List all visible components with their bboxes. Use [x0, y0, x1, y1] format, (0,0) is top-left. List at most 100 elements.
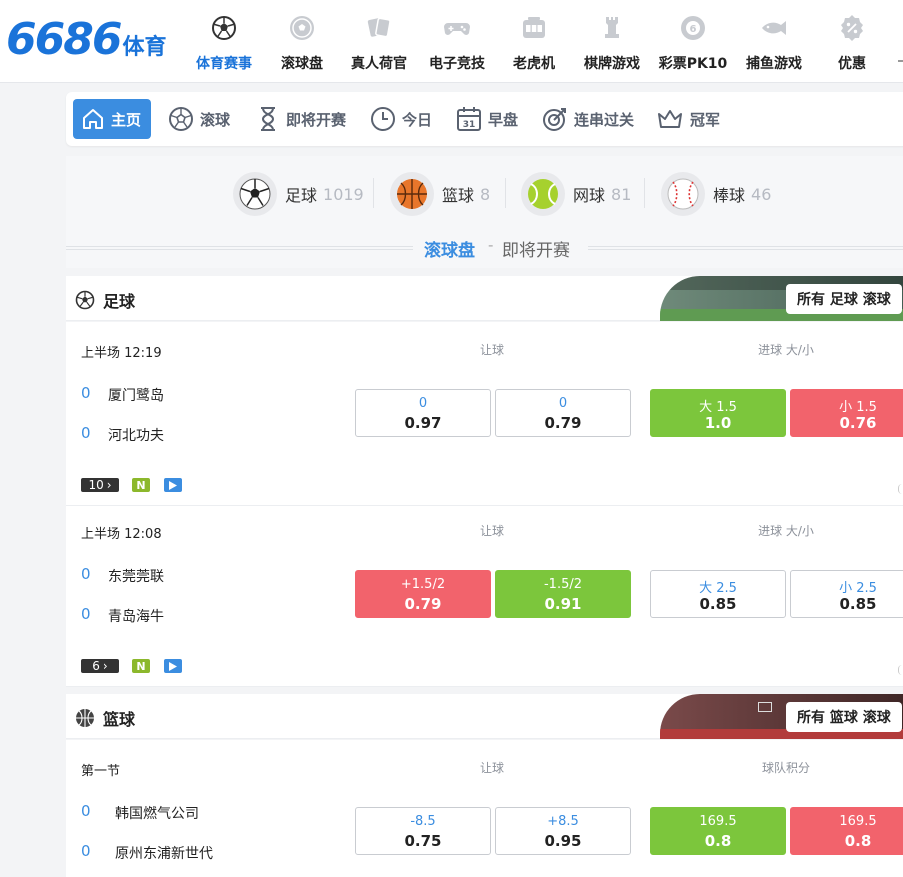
sport-label: 篮球 [442, 186, 475, 205]
live-stream-button[interactable] [164, 478, 182, 492]
match-card: 第一节 让球 球队积分 0 韩国燃气公司 0 原州东浦新世代 -8.5 0.75 … [66, 740, 903, 877]
odds-price: 0.85 [839, 595, 877, 613]
nav-promotions[interactable]: 优惠 [812, 0, 892, 83]
nav-esports[interactable]: 电子竞技 [417, 0, 497, 83]
subnav-home[interactable]: 主页 [73, 99, 151, 139]
away-team[interactable]: 河北功夫 [108, 425, 164, 445]
sports-selector-panel: 足球 1019 篮球 8 网球 81 棒球 46 滚球盘 - 即将开赛 [66, 156, 903, 268]
chevron-right-icon: › [106, 478, 112, 492]
odds-button[interactable]: 小 2.5 0.85 [790, 570, 903, 618]
nav-label: 棋牌游戏 [584, 56, 640, 72]
odds-button[interactable]: -8.5 0.75 [355, 807, 491, 855]
clock-icon [371, 107, 395, 131]
crown-icon [658, 110, 682, 128]
nav-label: 老虎机 [513, 56, 555, 72]
nav-label: 电子竞技 [429, 56, 485, 72]
column-header-over-under: 进球 大/小 [758, 524, 814, 538]
chess-rook-icon [605, 17, 619, 38]
odds-line: 大 2.5 [699, 581, 737, 596]
nav-live-casino[interactable]: 真人荷官 [339, 0, 419, 83]
live-stream-button[interactable] [164, 659, 182, 673]
subnav-outright[interactable]: 冠军 [656, 99, 720, 139]
all-football-live-button[interactable]: 所有 足球 滚球 [786, 284, 902, 314]
home-team[interactable]: 韩国燃气公司 [115, 803, 199, 823]
away-team[interactable]: 原州东浦新世代 [115, 843, 213, 863]
section-title-text: 足球 [103, 292, 136, 311]
nav-label: 真人荷官 [351, 56, 407, 72]
odds-button[interactable]: 169.5 0.8 [650, 807, 786, 855]
odds-price: 0.75 [404, 832, 442, 850]
nav-live-betting[interactable]: 滚球盘 [262, 0, 342, 83]
play-icon [169, 480, 177, 490]
nav-card-games[interactable]: 棋牌游戏 [572, 0, 652, 83]
odds-button[interactable]: +8.5 0.95 [495, 807, 631, 855]
odds-button[interactable]: 0 0.97 [355, 389, 491, 437]
all-basketball-live-button[interactable]: 所有 篮球 滚球 [786, 702, 902, 732]
percent-badge-icon [841, 15, 863, 41]
odds-button[interactable]: 大 1.5 1.0 [650, 389, 786, 437]
svg-text:6: 6 [690, 24, 697, 35]
mode-separator: - [488, 236, 494, 254]
odds-price: 0.79 [544, 414, 582, 432]
odds-button[interactable]: -1.5/2 0.91 [495, 570, 631, 618]
mode-live[interactable]: 滚球盘 [424, 236, 475, 261]
markets-count: 10 [88, 478, 104, 492]
soccer-ball-icon [212, 16, 236, 40]
divider [588, 246, 903, 250]
match-card: 上半场 12:19 让球 进球 大/小 0 厦门鹭岛 0 河北功夫 0 0.97 … [66, 322, 903, 506]
subnav-upcoming[interactable]: 即将开赛 [256, 99, 346, 139]
target-icon [543, 108, 566, 131]
odds-price: 0.8 [844, 832, 872, 850]
basketball-icon [76, 709, 94, 727]
column-header-handicap: 让球 [479, 761, 504, 775]
odds-price: 0.91 [544, 595, 582, 613]
brand-logo[interactable]: 6686 体育 [6, 14, 166, 66]
divider [505, 178, 506, 208]
odds-price: 0.79 [404, 595, 442, 613]
sport-tab-basketball[interactable]: 篮球 8 [390, 172, 490, 216]
subnav-today[interactable]: 今日 [370, 99, 432, 139]
tennis-ball-icon [521, 172, 565, 216]
away-team[interactable]: 青岛海牛 [108, 606, 164, 626]
sport-tab-football[interactable]: 足球 1019 [233, 172, 364, 216]
nav-lottery[interactable]: 6 彩票PK10 [653, 0, 733, 83]
away-score: 0 [81, 842, 91, 860]
sport-tab-baseball[interactable]: 棒球 46 [661, 172, 771, 216]
nav-sports-events[interactable]: 体育赛事 [184, 0, 264, 83]
odds-line: 大 1.5 [699, 400, 737, 415]
home-team[interactable]: 东莞莞联 [108, 566, 164, 586]
sport-count: 81 [611, 184, 632, 204]
home-team[interactable]: 厦门鹭岛 [108, 385, 164, 405]
column-header-handicap: 让球 [479, 524, 504, 538]
divider [644, 178, 645, 208]
odds-button[interactable]: +1.5/2 0.79 [355, 570, 491, 618]
logo-number: 6686 [6, 14, 122, 65]
sport-label: 棒球 [713, 186, 746, 205]
odds-price: 0.76 [839, 414, 877, 432]
nav-label: 滚球盘 [281, 56, 323, 72]
home-icon [83, 109, 103, 129]
odds-button[interactable]: 169.5 0.8 [790, 807, 903, 855]
nav-label: 捕鱼游戏 [746, 56, 802, 72]
odds-line: 0 [558, 396, 568, 411]
nav-fishing[interactable]: 捕鱼游戏 [734, 0, 814, 83]
subnav-early[interactable]: 31 早盘 [456, 99, 518, 139]
sport-tab-tennis[interactable]: 网球 81 [521, 172, 631, 216]
more-markets-button[interactable]: 6 › [81, 659, 119, 673]
subnav-parlay[interactable]: 连串过关 [542, 99, 634, 139]
odds-button[interactable]: 大 2.5 0.85 [650, 570, 786, 618]
odds-button[interactable]: 0 0.79 [495, 389, 631, 437]
odds-button[interactable]: 小 1.5 0.76 [790, 389, 903, 437]
nav-slots[interactable]: 老虎机 [494, 0, 574, 83]
logo-text: 体育 [122, 35, 167, 60]
more-markets-button[interactable]: 10 › [81, 478, 119, 492]
calendar-day: 31 [463, 120, 476, 130]
mode-upcoming[interactable]: 即将开赛 [502, 236, 570, 261]
app-root: 6686 体育 体育赛事 滚球盘 真人荷官 电子竞技 老虎机 棋牌游戏 6 彩票… [0, 0, 903, 877]
soccer-ball-icon [75, 290, 95, 310]
gamepad-icon [444, 23, 470, 35]
basketball-icon [390, 172, 434, 216]
subnav-live[interactable]: 滚球 [168, 99, 230, 139]
soccer-ball-outline-icon [169, 107, 193, 131]
hourglass-icon [261, 107, 275, 131]
